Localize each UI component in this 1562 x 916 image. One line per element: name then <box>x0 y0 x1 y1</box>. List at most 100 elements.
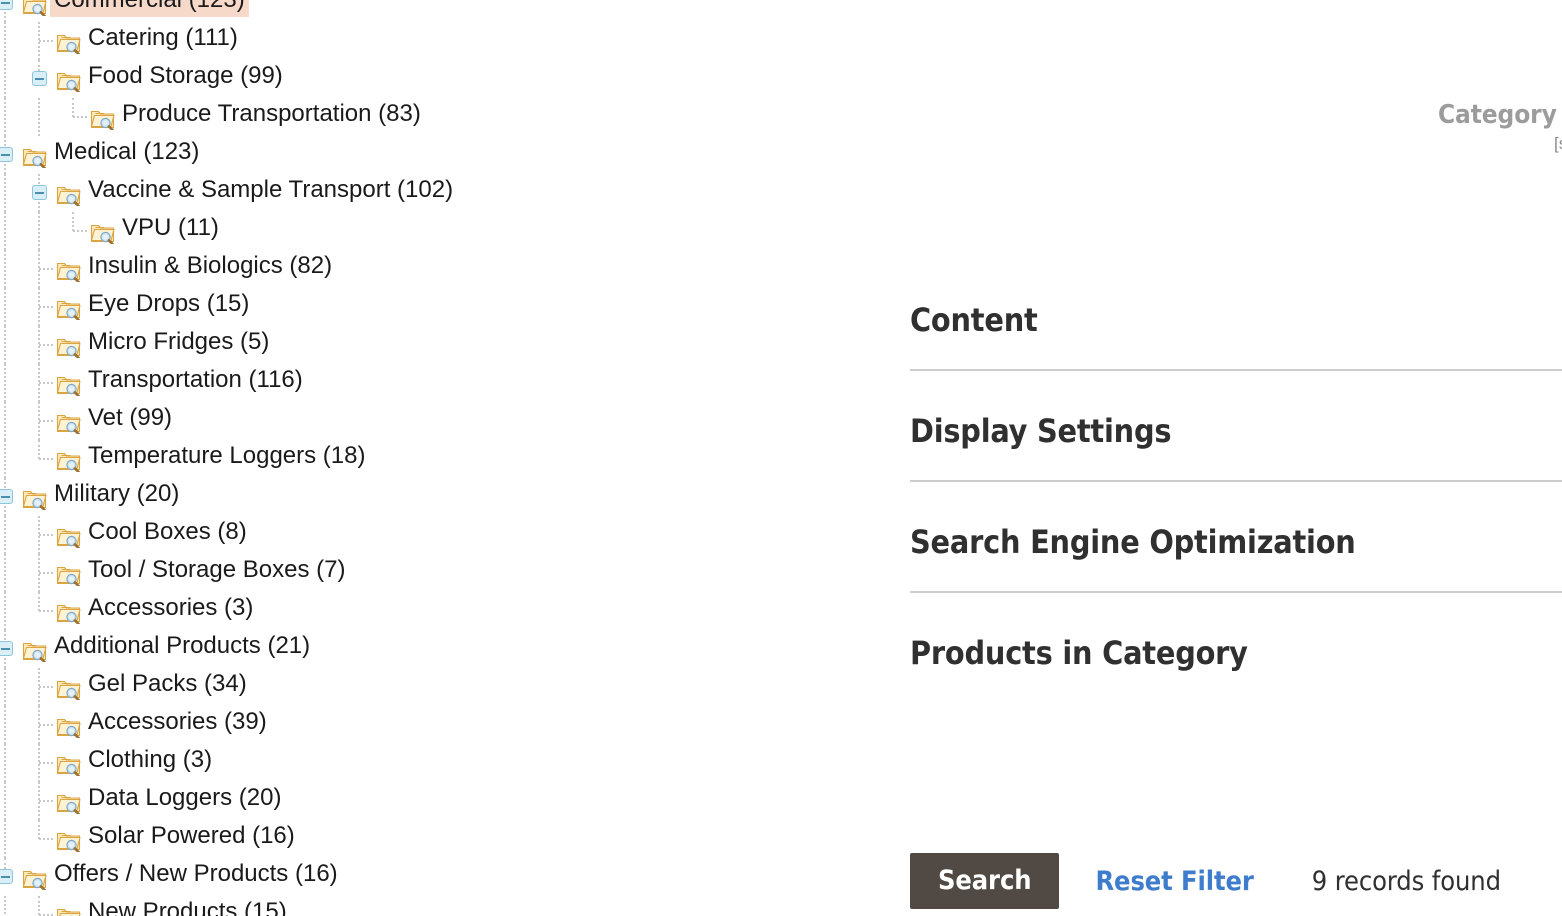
tree-item-label[interactable]: Solar Powered (16) <box>84 820 299 853</box>
category-folder-icon <box>56 182 82 206</box>
tree-row[interactable]: Temperature Loggers (18) <box>0 440 880 478</box>
tree-row[interactable]: New Products (15) <box>0 896 880 916</box>
collapse-node-icon[interactable] <box>0 147 13 162</box>
tree-item-label[interactable]: Offers / New Products (16) <box>50 858 342 891</box>
tree-item-label[interactable]: Data Loggers (20) <box>84 782 285 815</box>
tree-item-label[interactable]: Eye Drops (15) <box>84 288 253 321</box>
collapse-node-icon[interactable] <box>0 0 13 10</box>
tree-elbow-line <box>39 724 53 726</box>
collapse-node-icon[interactable] <box>32 185 47 200</box>
tree-item-label[interactable]: Commercial (123) <box>50 0 249 17</box>
tree-row[interactable]: Insulin & Biologics (82) <box>0 250 880 288</box>
tree-guide-line <box>4 174 7 212</box>
category-folder-icon <box>56 676 82 700</box>
tree-guide-line <box>4 22 7 60</box>
tree-elbow-line <box>39 458 53 460</box>
tree-row[interactable]: Eye Drops (15) <box>0 288 880 326</box>
tree-item-label[interactable]: Catering (111) <box>84 22 242 55</box>
tree-row[interactable]: Vet (99) <box>0 402 880 440</box>
form-section: Content <box>910 300 1562 371</box>
tree-item-label[interactable]: Insulin & Biologics (82) <box>84 250 336 283</box>
tree-item-label[interactable]: Food Storage (99) <box>84 60 287 93</box>
tree-row[interactable]: Medical (123) <box>0 136 880 174</box>
category-name-scope: [store view] <box>1554 134 1562 153</box>
tree-row[interactable]: Data Loggers (20) <box>0 782 880 820</box>
tree-guide-line <box>4 364 7 402</box>
collapse-node-icon[interactable] <box>0 641 13 656</box>
tree-row[interactable]: Produce Transportation (83) <box>0 98 880 136</box>
category-folder-icon <box>22 866 48 890</box>
tree-row[interactable]: Gel Packs (34) <box>0 668 880 706</box>
category-folder-icon <box>56 790 82 814</box>
tree-elbow-line <box>39 610 53 612</box>
tree-guide-line <box>72 98 75 117</box>
tree-row[interactable]: Commercial (123) <box>0 0 880 22</box>
tree-elbow-line <box>39 420 53 422</box>
tree-item-label[interactable]: VPU (11) <box>118 212 223 245</box>
category-folder-icon <box>56 828 82 852</box>
collapse-node-icon[interactable] <box>32 71 47 86</box>
tree-item-label[interactable]: Additional Products (21) <box>50 630 314 663</box>
tree-item-label[interactable]: Gel Packs (34) <box>84 668 251 701</box>
tree-item-label[interactable]: Produce Transportation (83) <box>118 98 425 131</box>
tree-elbow-line <box>39 382 53 384</box>
tree-item-label[interactable]: Tool / Storage Boxes (7) <box>84 554 349 587</box>
tree-row[interactable]: VPU (11) <box>0 212 880 250</box>
tree-guide-line <box>4 782 7 820</box>
tree-guide-line <box>4 668 7 706</box>
category-folder-icon <box>22 0 48 16</box>
tree-row[interactable]: Solar Powered (16) <box>0 820 880 858</box>
category-edit-screen: Commercial (123) Catering (111) Food Stora… <box>0 0 1562 916</box>
category-folder-icon <box>56 30 82 54</box>
tree-item-label[interactable]: Vaccine & Sample Transport (102) <box>84 174 457 207</box>
tree-item-label[interactable]: Military (20) <box>50 478 183 511</box>
tree-guide-line <box>4 250 7 288</box>
tree-item-label[interactable]: Clothing (3) <box>84 744 216 777</box>
tree-row[interactable]: Offers / New Products (16) <box>0 858 880 896</box>
category-folder-icon <box>56 524 82 548</box>
tree-row[interactable]: Catering (111) <box>0 22 880 60</box>
tree-elbow-line <box>39 40 53 42</box>
category-folder-icon <box>90 220 116 244</box>
tree-row[interactable]: Food Storage (99) <box>0 60 880 98</box>
section-title[interactable]: Content <box>910 300 1562 340</box>
form-sections: Content Display Settings Search Engine Opt… <box>910 300 1562 673</box>
tree-item-label[interactable]: Vet (99) <box>84 402 176 435</box>
tree-item-label[interactable]: Accessories (3) <box>84 592 257 625</box>
form-section: Display Settings <box>910 411 1562 482</box>
tree-item-label[interactable]: Temperature Loggers (18) <box>84 440 369 473</box>
tree-elbow-line <box>39 306 53 308</box>
tree-row[interactable]: Tool / Storage Boxes (7) <box>0 554 880 592</box>
tree-row[interactable]: Cool Boxes (8) <box>0 516 880 554</box>
tree-row[interactable]: Micro Fridges (5) <box>0 326 880 364</box>
tree-row[interactable]: Clothing (3) <box>0 744 880 782</box>
collapse-node-icon[interactable] <box>0 869 13 884</box>
tree-elbow-line <box>39 534 53 536</box>
tree-item-label[interactable]: New Products (15) <box>84 896 291 916</box>
form-section: Search Engine Optimization <box>910 522 1562 593</box>
section-title[interactable]: Search Engine Optimization <box>910 522 1562 562</box>
search-button[interactable]: Search <box>910 853 1060 909</box>
tree-item-label[interactable]: Cool Boxes (8) <box>84 516 251 549</box>
tree-guide-line <box>4 288 7 326</box>
tree-row[interactable]: Additional Products (21) <box>0 630 880 668</box>
tree-guide-line <box>4 516 7 554</box>
tree-row[interactable]: Transportation (116) <box>0 364 880 402</box>
tree-guide-line <box>4 744 7 782</box>
reset-filter-link[interactable]: Reset Filter <box>1095 866 1253 897</box>
tree-guide-line <box>38 98 41 136</box>
tree-guide-line <box>4 820 7 858</box>
tree-item-label[interactable]: Accessories (39) <box>84 706 271 739</box>
category-folder-icon <box>56 448 82 472</box>
section-title[interactable]: Display Settings <box>910 411 1562 451</box>
tree-guide-line <box>4 402 7 440</box>
tree-row[interactable]: Military (20) <box>0 478 880 516</box>
section-title[interactable]: Products in Category <box>910 633 1562 673</box>
tree-row[interactable]: Vaccine & Sample Transport (102) <box>0 174 880 212</box>
tree-item-label[interactable]: Micro Fridges (5) <box>84 326 273 359</box>
tree-row[interactable]: Accessories (39) <box>0 706 880 744</box>
tree-item-label[interactable]: Medical (123) <box>50 136 203 169</box>
collapse-node-icon[interactable] <box>0 489 13 504</box>
tree-row[interactable]: Accessories (3) <box>0 592 880 630</box>
tree-item-label[interactable]: Transportation (116) <box>84 364 307 397</box>
